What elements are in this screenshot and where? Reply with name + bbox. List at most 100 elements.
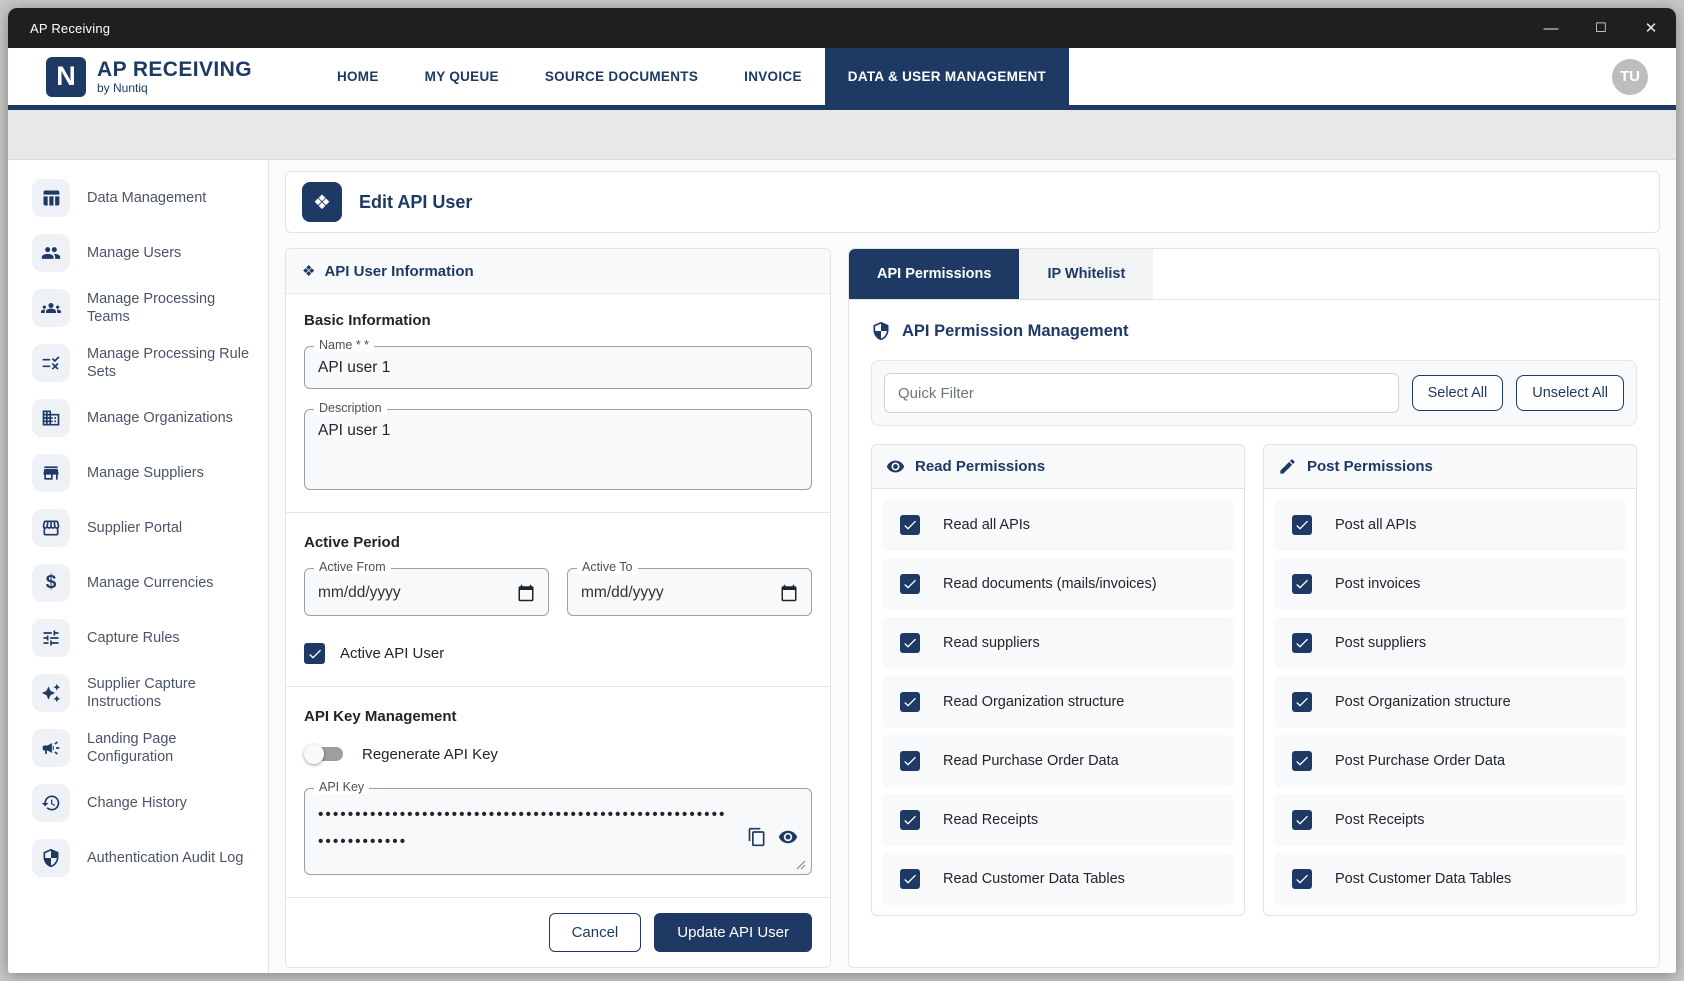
- checkbox-checked[interactable]: [900, 751, 920, 771]
- regenerate-api-key-toggle[interactable]: [304, 742, 348, 766]
- maximize-icon[interactable]: ☐: [1576, 8, 1626, 48]
- permission-row[interactable]: Read Organization structure: [882, 676, 1234, 728]
- sidebar-item-manage-organizations[interactable]: Manage Organizations: [8, 394, 258, 442]
- permission-row[interactable]: Post all APIs: [1274, 499, 1626, 551]
- active-to-value[interactable]: mm/dd/yyyy: [581, 584, 780, 602]
- nav-home[interactable]: HOME: [314, 48, 402, 105]
- post-permissions-header: Post Permissions: [1264, 445, 1636, 489]
- permission-row[interactable]: Post Receipts: [1274, 794, 1626, 846]
- cancel-button[interactable]: Cancel: [549, 913, 642, 952]
- api-hub-icon: ❖: [302, 182, 342, 222]
- nav-invoice[interactable]: INVOICE: [721, 48, 825, 105]
- sidebar-item-landing-page-configuration[interactable]: Landing Page Configuration: [8, 724, 258, 772]
- checkbox-checked[interactable]: [1292, 810, 1312, 830]
- api-user-information-card: ❖ API User Information Basic Information…: [285, 248, 831, 968]
- sidebar-item-supplier-portal[interactable]: Supplier Portal: [8, 504, 258, 552]
- checkbox-checked[interactable]: [900, 869, 920, 889]
- active-api-user-label: Active API User: [340, 645, 444, 662]
- brand-logo[interactable]: N AP RECEIVING by Nuntiq: [46, 48, 252, 105]
- checkbox-checked[interactable]: [900, 515, 920, 535]
- sidebar-item-supplier-capture-instructions[interactable]: Supplier Capture Instructions: [8, 669, 258, 717]
- permission-row[interactable]: Read Receipts: [882, 794, 1234, 846]
- api-permission-management-heading: API Permission Management: [849, 300, 1659, 347]
- select-all-button[interactable]: Select All: [1412, 375, 1504, 411]
- sidebar-item-manage-suppliers[interactable]: Manage Suppliers: [8, 449, 258, 497]
- brand-tagline: by Nuntiq: [97, 82, 252, 95]
- sidebar-item-data-management[interactable]: Data Management: [8, 174, 258, 222]
- quick-filter-input[interactable]: [884, 373, 1399, 413]
- checkbox-checked[interactable]: [1292, 633, 1312, 653]
- permission-row[interactable]: Post suppliers: [1274, 617, 1626, 669]
- app-window: AP Receiving — ☐ ✕ N AP RECEIVING by Nun…: [8, 8, 1676, 973]
- api-key-field[interactable]: API Key ••••••••••••••••••••••••••••••••…: [304, 788, 812, 875]
- permission-row[interactable]: Read Customer Data Tables: [882, 853, 1234, 905]
- tab-api-permissions[interactable]: API Permissions: [849, 249, 1019, 299]
- groups-icon: [32, 289, 70, 327]
- show-key-eye-icon[interactable]: [778, 827, 798, 847]
- store-icon: [32, 454, 70, 492]
- panel-title: API User Information: [324, 263, 473, 280]
- checkbox-checked[interactable]: [1292, 869, 1312, 889]
- active-from-value[interactable]: mm/dd/yyyy: [318, 584, 517, 602]
- post-permissions-panel: Post Permissions Post all APIs Post invo…: [1263, 444, 1637, 916]
- active-from-field[interactable]: Active From mm/dd/yyyy: [304, 568, 549, 616]
- permissions-filter-bar: Select All Unselect All: [871, 360, 1637, 426]
- user-avatar[interactable]: TU: [1612, 59, 1648, 95]
- permission-row[interactable]: Read Purchase Order Data: [882, 735, 1234, 787]
- checkbox-checked[interactable]: [900, 574, 920, 594]
- sidebar-item-manage-processing-teams[interactable]: Manage Processing Teams: [8, 284, 258, 332]
- calendar-icon[interactable]: [780, 584, 798, 602]
- sidebar-item-manage-processing-rule-sets[interactable]: Manage Processing Rule Sets: [8, 339, 258, 387]
- sidebar-item-label: Authentication Audit Log: [87, 849, 243, 867]
- checkbox-checked[interactable]: [1292, 515, 1312, 535]
- checkbox-checked[interactable]: [1292, 574, 1312, 594]
- description-field-label: Description: [314, 401, 387, 415]
- nav-source-documents[interactable]: SOURCE DOCUMENTS: [522, 48, 721, 105]
- sidebar-item-authentication-audit-log[interactable]: Authentication Audit Log: [8, 834, 258, 882]
- api-key-input[interactable]: ••••••••••••••••••••••••••••••••••••••••…: [318, 801, 733, 863]
- permissions-card: API Permissions IP Whitelist API Permiss…: [848, 248, 1660, 968]
- permission-row[interactable]: Post Organization structure: [1274, 676, 1626, 728]
- permission-row[interactable]: Post Customer Data Tables: [1274, 853, 1626, 905]
- permission-row[interactable]: Post Purchase Order Data: [1274, 735, 1626, 787]
- nav-data-user-management[interactable]: DATA & USER MANAGEMENT: [825, 48, 1069, 105]
- sidebar-item-label: Landing Page Configuration: [87, 730, 252, 766]
- checkbox-checked[interactable]: [1292, 692, 1312, 712]
- description-field[interactable]: Description API user 1: [304, 409, 812, 490]
- active-to-label: Active To: [577, 560, 638, 574]
- checkbox-checked[interactable]: [1292, 751, 1312, 771]
- permission-row[interactable]: Read documents (mails/invoices): [882, 558, 1234, 610]
- nav-my-queue[interactable]: MY QUEUE: [402, 48, 522, 105]
- sidebar-item-manage-users[interactable]: Manage Users: [8, 229, 258, 277]
- sidebar-item-capture-rules[interactable]: Capture Rules: [8, 614, 258, 662]
- api-key-management-heading: API Key Management: [304, 708, 812, 725]
- sidebar-item-manage-currencies[interactable]: $ Manage Currencies: [8, 559, 258, 607]
- checkbox-checked[interactable]: [900, 810, 920, 830]
- checkbox-checked[interactable]: [900, 633, 920, 653]
- tab-ip-whitelist[interactable]: IP Whitelist: [1019, 249, 1153, 299]
- description-input[interactable]: API user 1: [318, 422, 798, 478]
- sidebar-item-label: Change History: [87, 794, 187, 812]
- active-period-heading: Active Period: [304, 534, 812, 551]
- checkbox-checked[interactable]: [900, 692, 920, 712]
- close-icon[interactable]: ✕: [1626, 8, 1676, 48]
- minimize-icon[interactable]: —: [1526, 8, 1576, 48]
- active-api-user-checkbox[interactable]: [304, 643, 325, 664]
- name-input[interactable]: [318, 359, 798, 377]
- resize-handle[interactable]: [796, 860, 806, 870]
- unselect-all-button[interactable]: Unselect All: [1516, 375, 1624, 411]
- copy-icon[interactable]: [747, 827, 767, 847]
- name-field[interactable]: Name * *: [304, 346, 812, 389]
- permission-row[interactable]: Read all APIs: [882, 499, 1234, 551]
- sidebar-item-label: Supplier Portal: [87, 519, 182, 537]
- dollar-icon: $: [32, 564, 70, 602]
- sidebar-item-change-history[interactable]: Change History: [8, 779, 258, 827]
- permission-row[interactable]: Read suppliers: [882, 617, 1234, 669]
- logo-n-icon: N: [46, 57, 86, 97]
- main-nav: HOME MY QUEUE SOURCE DOCUMENTS INVOICE D…: [314, 48, 1069, 105]
- active-to-field[interactable]: Active To mm/dd/yyyy: [567, 568, 812, 616]
- update-api-user-button[interactable]: Update API User: [654, 913, 812, 952]
- brand-name: AP RECEIVING: [97, 59, 252, 81]
- permission-row[interactable]: Post invoices: [1274, 558, 1626, 610]
- calendar-icon[interactable]: [517, 584, 535, 602]
